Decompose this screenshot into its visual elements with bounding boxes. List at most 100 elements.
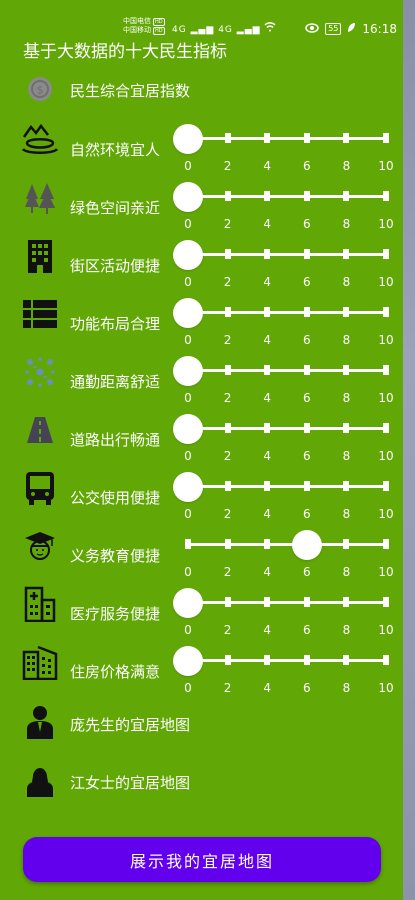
slider-thumb[interactable]: [173, 356, 203, 386]
slider-tick-label: 10: [378, 217, 394, 231]
indicator-row: 功能布局合理 0 2 4 6 8 10: [0, 296, 403, 354]
slider-thumb[interactable]: [173, 646, 203, 676]
indicator-label: 功能布局合理: [70, 315, 161, 333]
slider-thumb[interactable]: [173, 124, 203, 154]
slider-tick-label: 8: [342, 449, 351, 463]
slider-tick-label: 2: [223, 159, 232, 173]
network-type: 4G: [218, 25, 233, 35]
slider-tick: [264, 133, 271, 143]
slider-tick: [264, 307, 271, 317]
slider-track[interactable]: [188, 195, 386, 198]
slider-tick-label: 4: [263, 507, 271, 521]
slider-tick: [343, 307, 350, 317]
apartments-icon: [22, 644, 58, 680]
slider-tick-label: 4: [263, 391, 271, 405]
slider-thumb[interactable]: [173, 298, 203, 328]
slider-track[interactable]: [188, 311, 386, 314]
battery-icon: 55: [325, 23, 342, 35]
building-icon: [22, 238, 58, 274]
slider-tick-label: 8: [342, 391, 351, 405]
indicator-slider[interactable]: 0 2 4 6 8 10: [173, 414, 394, 467]
list-icon: [22, 296, 58, 332]
slider-tick: [303, 481, 310, 491]
slider-tick-label: 0: [184, 217, 192, 231]
map-row-ms-jiang[interactable]: 江女士的宜居地图: [0, 762, 403, 820]
indicator-slider[interactable]: 0 2 4 6 8 10: [173, 646, 394, 699]
slider-tick-label: 4: [263, 275, 271, 289]
slider-track[interactable]: [188, 659, 386, 662]
indicator-slider[interactable]: 0 2 4 6 8 10: [173, 298, 394, 351]
eye-icon: [305, 22, 319, 36]
indicator-slider[interactable]: 0 2 4 6 8 10: [173, 356, 394, 409]
slider-tick-label: 2: [223, 565, 232, 579]
slider-tick-label: 2: [223, 217, 232, 231]
indicator-row: 街区活动便捷 0 2 4 6 8 10: [0, 238, 403, 296]
indicator-slider[interactable]: 0 2 4 6 8 10: [184, 530, 394, 583]
slider-track[interactable]: [188, 543, 386, 546]
indicator-label: 通勤距离舒适: [70, 373, 161, 391]
slider-track[interactable]: [188, 253, 386, 256]
slider-thumb[interactable]: [173, 588, 203, 618]
man-icon: [22, 704, 58, 740]
slider-tick-label: 0: [184, 391, 192, 405]
indicator-slider[interactable]: 0 2 4 6 8 10: [173, 588, 394, 641]
status-bar: 中国电信 HD 中国移动 HD 4G ▂▄▆ 4G ▂▄▆ 55 16:18: [0, 0, 403, 38]
slider-track[interactable]: [188, 137, 386, 140]
slider-thumb[interactable]: [173, 240, 203, 270]
slider-tick: [303, 365, 310, 375]
slider-tick: [343, 365, 350, 375]
slider-tick: [383, 539, 389, 549]
map-row-mr-pang[interactable]: 庞先生的宜居地图: [0, 704, 403, 762]
graduate-icon: [22, 528, 58, 564]
slider-tick-label: 8: [342, 507, 351, 521]
indicator-slider[interactable]: 0 2 4 6 8 10: [173, 472, 394, 525]
slider-tick-label: 0: [184, 333, 192, 347]
slider-track[interactable]: [188, 485, 386, 488]
slider-track[interactable]: [188, 427, 386, 430]
slider-thumb[interactable]: [173, 414, 203, 444]
slider-track[interactable]: [188, 601, 386, 604]
slider-track[interactable]: [188, 369, 386, 372]
network-type: 4G: [172, 25, 187, 35]
index-row[interactable]: $ 民生综合宜居指数: [0, 71, 403, 129]
slider-tick: [224, 365, 231, 375]
slider-tick-label: 0: [184, 159, 192, 173]
slider-tick: [224, 191, 231, 201]
map-label: 庞先生的宜居地图: [70, 716, 191, 734]
slider-tick: [343, 597, 350, 607]
slider-tick: [343, 191, 350, 201]
indicator-slider[interactable]: 0 2 4 6 8 10: [173, 124, 394, 177]
slider-tick-label: 10: [378, 681, 394, 695]
indicator-slider[interactable]: 0 2 4 6 8 10: [173, 182, 394, 235]
slider-tick: [264, 249, 271, 259]
slider-tick-label: 10: [378, 275, 394, 289]
slider-tick: [264, 191, 271, 201]
carrier-1: 中国电信: [123, 17, 151, 25]
slider-tick-label: 4: [263, 217, 271, 231]
landscape-icon: [22, 122, 58, 158]
slider-tick-label: 4: [263, 449, 271, 463]
slider-tick-label: 2: [223, 449, 232, 463]
slider-tick-label: 0: [184, 507, 192, 521]
slider-tick: [383, 597, 389, 607]
slider-thumb[interactable]: [291, 530, 322, 560]
slider-tick: [303, 655, 310, 665]
show-my-map-button[interactable]: 展示我的宜居地图: [23, 837, 381, 882]
indicator-label: 义务教育便捷: [70, 547, 161, 565]
indicator-label: 街区活动便捷: [70, 257, 161, 275]
slider-tick-label: 8: [342, 681, 351, 695]
slider-tick: [383, 655, 389, 665]
slider-thumb[interactable]: [173, 472, 203, 502]
slider-tick-label: 2: [223, 681, 232, 695]
indicator-row: 道路出行畅通 0 2 4 6 8 10: [0, 412, 403, 470]
indicator-label: 住房价格满意: [70, 663, 161, 681]
index-label: 民生综合宜居指数: [70, 82, 191, 100]
indicator-label: 公交使用便捷: [70, 489, 161, 507]
indicator-row: 绿色空间亲近 0 2 4 6 8 10: [0, 180, 403, 238]
indicator-slider[interactable]: 0 2 4 6 8 10: [173, 240, 394, 293]
slider-tick: [383, 307, 389, 317]
slider-tick: [224, 655, 231, 665]
slider-thumb[interactable]: [173, 182, 203, 212]
slider-tick: [303, 191, 310, 201]
indicator-row: 住房价格满意 0 2 4 6 8 10: [0, 644, 403, 702]
